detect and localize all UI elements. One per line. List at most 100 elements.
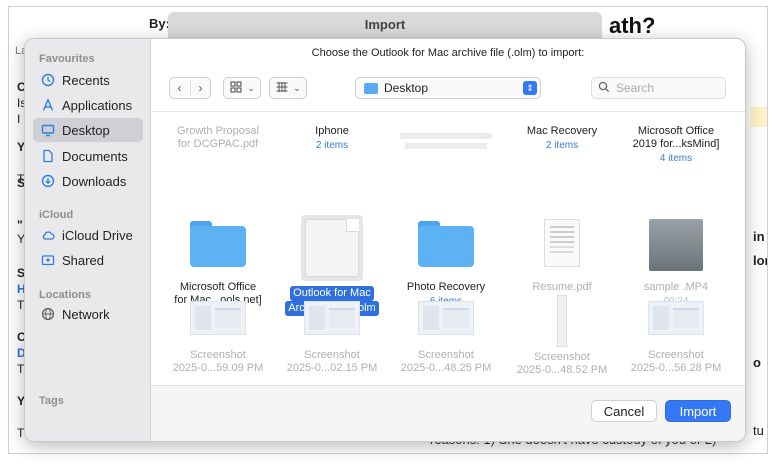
globe-icon — [41, 307, 55, 321]
folder-item[interactable]: Mac Recovery 2 items — [507, 125, 617, 151]
folder-icon — [190, 221, 246, 267]
screenshot-thumbnail-icon — [648, 301, 704, 335]
file-item[interactable]: Resume.pdf — [507, 219, 617, 294]
sidebar-item-icloud-drive[interactable]: iCloud Drive — [33, 223, 143, 247]
chevron-right-icon[interactable]: › — [199, 81, 203, 95]
sidebar-item-network[interactable]: Network — [33, 302, 143, 326]
sidebar-item-desktop[interactable]: Desktop — [33, 118, 143, 142]
sidebar-item-label: Recents — [62, 72, 110, 88]
file-name: Microsoft Office — [179, 281, 257, 293]
file-name: Mac Recovery — [526, 125, 598, 137]
icloud-heading: iCloud — [39, 209, 74, 221]
file-name: Iphone — [315, 125, 349, 137]
applications-icon — [41, 98, 55, 112]
sidebar-item-label: Applications — [62, 97, 133, 113]
byline: By: — [149, 16, 170, 31]
view-mode-button[interactable]: ⌄ — [223, 77, 261, 99]
chevron-left-icon[interactable]: ‹ — [178, 81, 182, 95]
screenshot-thumbnail-icon — [304, 301, 360, 335]
folder-item[interactable]: Iphone 2 items — [277, 125, 387, 151]
article-heading-fragment: ath? — [609, 13, 656, 38]
right-fragment: lor — [753, 253, 768, 268]
search-placeholder: Search — [616, 81, 655, 95]
tags-heading: Tags — [39, 395, 64, 407]
file-name: Screenshot — [304, 349, 360, 361]
right-fragment: tu — [753, 423, 764, 438]
import-dialog: Favourites Recents Applications Desktop … — [24, 38, 746, 442]
cancel-button[interactable]: Cancel — [591, 400, 657, 422]
olm-file-icon — [305, 219, 359, 277]
file-name: Screenshot — [648, 349, 704, 361]
dialog-title: Import — [168, 12, 602, 38]
file-name-line2: 2025-0...56.28 PM — [630, 362, 722, 374]
file-name: Screenshot — [534, 351, 590, 363]
blurred-name — [405, 143, 487, 149]
folder-item[interactable]: Photo Recovery 6 items — [391, 221, 501, 307]
back-forward-buttons[interactable]: ‹ › — [169, 77, 211, 99]
sidebar-item-label: iCloud Drive — [62, 227, 133, 243]
left-fragment: I — [17, 112, 21, 126]
favourites-heading: Favourites — [39, 53, 95, 65]
right-column-fragments: in lor o tu — [753, 7, 768, 453]
sidebar-item-label: Documents — [62, 148, 128, 164]
locations-heading: Locations — [39, 289, 91, 301]
file-name-line2: 2025-0...48.52 PM — [516, 364, 608, 376]
sidebar-item-shared[interactable]: Shared — [33, 248, 143, 272]
icon-grid-icon — [229, 80, 243, 97]
location-popup[interactable]: Desktop ⇕ — [355, 77, 541, 99]
file-item[interactable]: Screenshot 2025-0...48.52 PM — [507, 295, 617, 377]
screenshot-thumbnail-icon — [557, 295, 567, 347]
file-name: Resume.pdf — [532, 281, 592, 293]
dialog-footer: Cancel Import — [151, 385, 745, 441]
file-name: Microsoft Office — [637, 125, 715, 137]
sidebar-item-downloads[interactable]: Downloads — [33, 169, 143, 193]
file-item[interactable]: Screenshot 2025-0...02.15 PM — [277, 301, 387, 375]
file-name: Growth Proposal — [177, 125, 259, 137]
file-grid: Growth Proposal for DCGPAC.pdf Iphone 2 … — [151, 115, 745, 385]
blurred-name — [400, 133, 492, 139]
shared-folder-icon — [41, 253, 55, 267]
cloud-icon — [41, 228, 55, 242]
sidebar-item-label: Network — [62, 306, 110, 322]
import-button[interactable]: Import — [665, 400, 731, 422]
clock-icon — [41, 73, 55, 87]
chevron-down-icon: ⌄ — [293, 82, 301, 93]
folder-icon — [364, 82, 378, 94]
sidebar-item-label: Desktop — [62, 122, 110, 138]
sidebar-item-applications[interactable]: Applications — [33, 93, 143, 117]
right-fragment: in — [753, 229, 765, 244]
group-button[interactable]: ⌄ — [269, 77, 307, 99]
screenshot-thumbnail-icon — [418, 301, 474, 335]
file-browser: Choose the Outlook for Mac archive file … — [151, 39, 745, 441]
item-count: 4 items — [659, 153, 693, 164]
file-item[interactable]: Screenshot 2025-0...48.25 PM — [391, 301, 501, 375]
document-icon — [41, 149, 55, 163]
finder-sidebar: Favourites Recents Applications Desktop … — [25, 39, 151, 441]
item-count: 2 items — [545, 140, 579, 151]
file-name-line2: for DCGPAC.pdf — [177, 138, 259, 150]
chevron-down-icon: ⌄ — [247, 82, 255, 93]
file-name-line2: 2025-0...02.15 PM — [286, 362, 378, 374]
sidebar-item-documents[interactable]: Documents — [33, 144, 143, 168]
dialog-prompt: Choose the Outlook for Mac archive file … — [311, 47, 585, 59]
video-thumbnail-icon — [649, 219, 703, 271]
divider — [189, 81, 191, 95]
file-name: Photo Recovery — [406, 281, 486, 293]
sidebar-item-recents[interactable]: Recents — [33, 68, 143, 92]
toolbar: ‹ › ⌄ ⌄ Desktop ⇕ Search — [151, 77, 745, 99]
file-item[interactable]: Screenshot 2025-0...56.28 PM — [621, 301, 731, 375]
location-label: Desktop — [384, 81, 429, 95]
file-item[interactable]: sample .MP4 00:24 — [621, 219, 731, 307]
file-item[interactable]: Screenshot 2025-0...59.09 PM — [163, 301, 273, 375]
screenshot-thumbnail-icon — [190, 301, 246, 335]
item-count: 2 items — [315, 140, 349, 151]
up-down-chevron-icon: ⇕ — [523, 81, 537, 95]
file-item[interactable]: Growth Proposal for DCGPAC.pdf — [163, 125, 273, 151]
file-name: Outlook for Mac — [290, 286, 374, 301]
folder-item[interactable]: Microsoft Office 2019 for...ksMind] 4 it… — [621, 125, 731, 164]
blurred-file-item[interactable] — [391, 129, 501, 153]
file-name-line2: 2019 for...ksMind] — [632, 138, 720, 150]
search-field[interactable]: Search — [591, 77, 726, 99]
selection-highlight — [301, 215, 363, 281]
search-icon — [598, 81, 616, 96]
